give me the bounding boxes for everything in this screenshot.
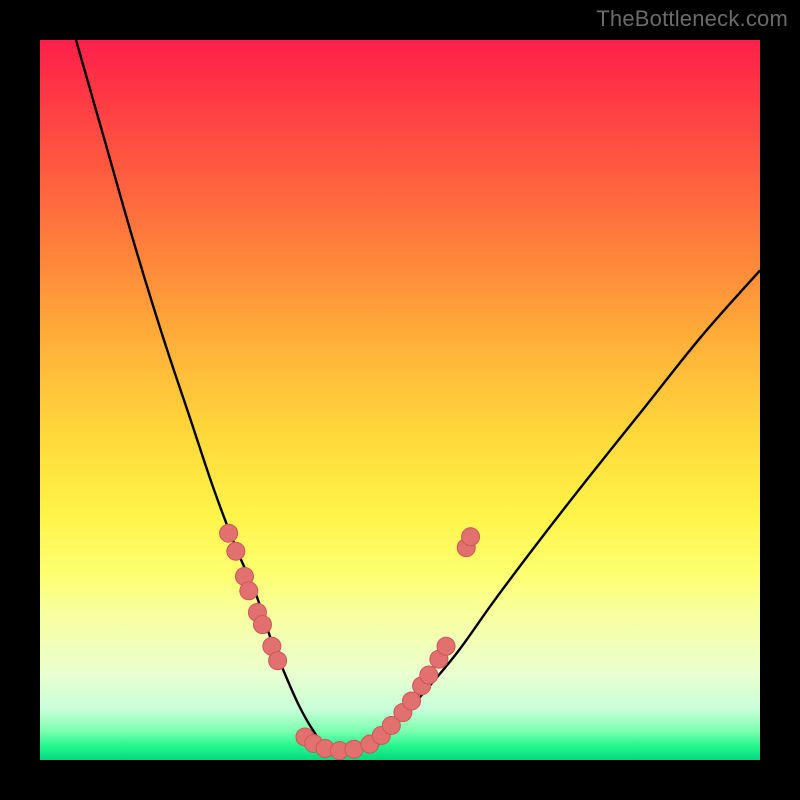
watermark-text: TheBottleneck.com (596, 6, 788, 32)
chart-frame: TheBottleneck.com (0, 0, 800, 800)
curve-marker (420, 666, 438, 684)
bottleneck-curve (76, 40, 760, 753)
curve-marker (253, 616, 271, 634)
curve-marker (269, 652, 287, 670)
curve-marker (403, 692, 421, 710)
curve-marker (345, 740, 363, 758)
curve-marker (240, 582, 258, 600)
marker-layer (220, 524, 480, 759)
curve-marker (437, 637, 455, 655)
curve-marker (227, 542, 245, 560)
curve-marker (462, 528, 480, 546)
curve-marker (220, 524, 238, 542)
plot-area (40, 40, 760, 760)
bottleneck-curve-svg (40, 40, 760, 760)
